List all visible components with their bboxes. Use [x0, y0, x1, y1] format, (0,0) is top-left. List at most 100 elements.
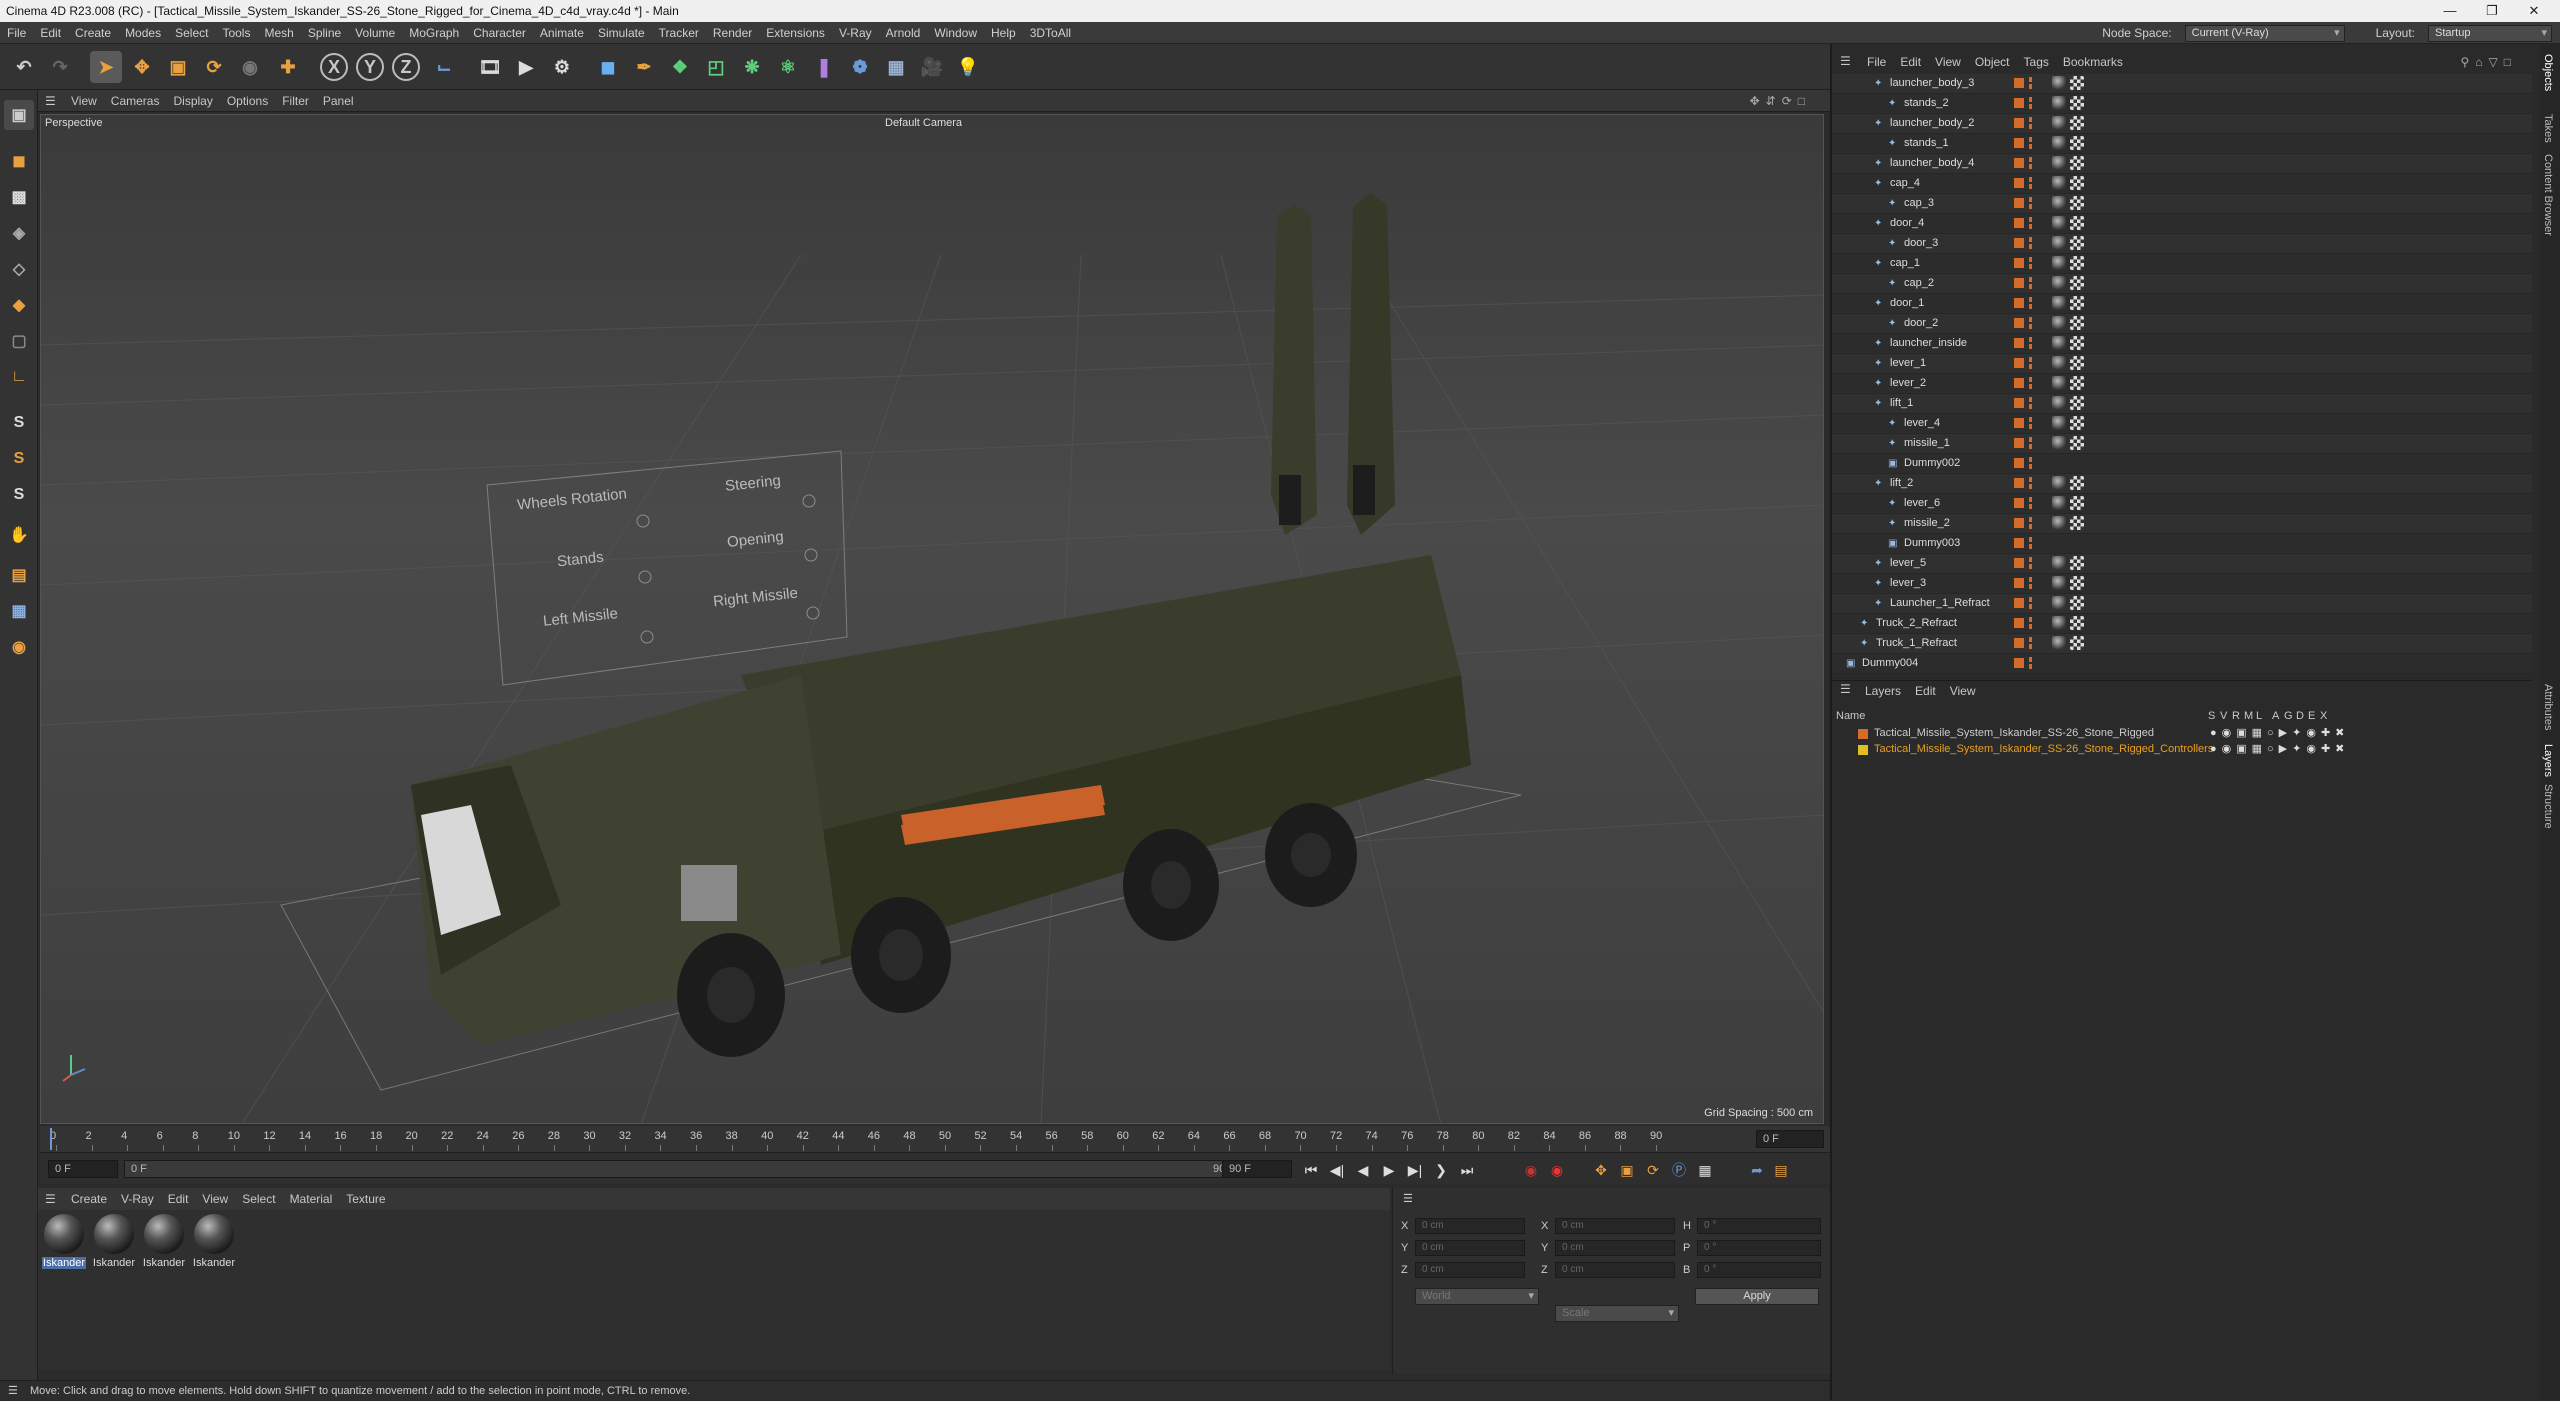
texture-tag-icon[interactable] — [2070, 336, 2084, 350]
layer-color-chip[interactable] — [2014, 118, 2024, 128]
material-swatch[interactable]: Iskander — [192, 1214, 236, 1269]
pos-z-field[interactable]: 0 cm — [1415, 1262, 1525, 1278]
layer-color-chip[interactable] — [2014, 438, 2024, 448]
material-tag-icon[interactable] — [2052, 596, 2066, 610]
visibility-dots[interactable] — [2029, 217, 2032, 229]
material-tag-icon[interactable] — [2052, 336, 2066, 350]
texture-tag-icon[interactable] — [2070, 496, 2084, 510]
menu-tools[interactable]: Tools — [215, 26, 257, 40]
visibility-dots[interactable] — [2029, 157, 2032, 169]
visibility-dots[interactable] — [2029, 297, 2032, 309]
visibility-dots[interactable] — [2029, 137, 2032, 149]
object-menu-object[interactable]: Object — [1968, 55, 2017, 69]
menu-tracker[interactable]: Tracker — [652, 26, 706, 40]
menu-extensions[interactable]: Extensions — [759, 26, 832, 40]
object-row[interactable]: ✦ lever_5 — [1832, 554, 2532, 574]
layer-color-chip[interactable] — [2014, 538, 2024, 548]
material-tag-icon[interactable] — [2052, 576, 2066, 590]
layer-color-chip[interactable] — [2014, 218, 2024, 228]
menu-render[interactable]: Render — [706, 26, 759, 40]
object-row[interactable]: ✦ lever_3 — [1832, 574, 2532, 594]
quantize-icon[interactable]: S — [4, 480, 34, 510]
material-tag-icon[interactable] — [2052, 616, 2066, 630]
rot-h-field[interactable]: 0 ° — [1697, 1218, 1821, 1234]
grid-icon[interactable]: ▦ — [4, 596, 34, 626]
live-selection-icon[interactable]: ➤ — [90, 51, 122, 83]
object-row[interactable]: ✦ cap_3 — [1832, 194, 2532, 214]
material-swatch[interactable]: Iskander — [42, 1214, 86, 1269]
texture-tag-icon[interactable] — [2070, 376, 2084, 390]
object-row[interactable]: ✦ launcher_body_2 — [1832, 114, 2532, 134]
texture-tag-icon[interactable] — [2070, 596, 2084, 610]
object-menu-file[interactable]: File — [1860, 55, 1893, 69]
subdivision-icon[interactable]: ❖ — [664, 51, 696, 83]
visibility-dots[interactable] — [2029, 597, 2032, 609]
edges-mode-icon[interactable]: ◇ — [4, 254, 34, 284]
material-menu-vray[interactable]: V-Ray — [114, 1192, 161, 1206]
layer-color-chip[interactable] — [2014, 578, 2024, 588]
visibility-dots[interactable] — [2029, 357, 2032, 369]
start-frame-field[interactable]: 0 F — [48, 1160, 118, 1178]
object-row[interactable]: ✦ lever_4 — [1832, 414, 2532, 434]
next-key-icon[interactable]: ❯ — [1430, 1159, 1452, 1181]
key-position-icon[interactable]: ✥ — [1590, 1159, 1612, 1181]
menu-volume[interactable]: Volume — [348, 26, 402, 40]
go-to-end-icon[interactable]: ⏭ — [1456, 1159, 1478, 1181]
layer-flag-icons[interactable]: ●◉▣▦○▶✦◉✚✖ — [2210, 726, 2349, 739]
scale-mode-dropdown[interactable]: Scale — [1555, 1305, 1679, 1322]
visibility-dots[interactable] — [2029, 497, 2032, 509]
visibility-dots[interactable] — [2029, 457, 2032, 469]
rot-p-field[interactable]: 0 ° — [1697, 1240, 1821, 1256]
material-menu-texture[interactable]: Texture — [339, 1192, 392, 1206]
visibility-dots[interactable] — [2029, 117, 2032, 129]
material-menu-create[interactable]: Create — [64, 1192, 114, 1206]
side-tab-objects[interactable]: Objects — [2542, 54, 2554, 91]
layer-color-chip[interactable] — [2014, 258, 2024, 268]
pos-y-field[interactable]: 0 cm — [1415, 1240, 1525, 1256]
render-settings-icon[interactable]: ⚙ — [546, 51, 578, 83]
texture-tag-icon[interactable] — [2070, 296, 2084, 310]
close-icon[interactable]: ✕ — [2514, 0, 2554, 22]
layer-color-chip[interactable] — [2014, 498, 2024, 508]
minimize-icon[interactable]: — — [2430, 0, 2470, 22]
snap-icon[interactable]: S — [4, 408, 34, 438]
object-manager-search-icon[interactable]: ⚲⌂▽□ — [2453, 55, 2524, 69]
visibility-dots[interactable] — [2029, 417, 2032, 429]
texture-tag-icon[interactable] — [2070, 316, 2084, 330]
make-editable-icon[interactable]: ▣ — [4, 100, 34, 130]
object-row[interactable]: ✦ launcher_body_4 — [1832, 154, 2532, 174]
side-tab-takes[interactable]: Takes — [2542, 114, 2554, 143]
layer-color-chip[interactable] — [2014, 178, 2024, 188]
texture-tag-icon[interactable] — [2070, 216, 2084, 230]
material-menu-material[interactable]: Material — [283, 1192, 340, 1206]
uv-mode-icon[interactable]: ▢ — [4, 326, 34, 356]
visibility-dots[interactable] — [2029, 197, 2032, 209]
field-icon[interactable]: ❁ — [844, 51, 876, 83]
key-pla-icon[interactable]: ▦ — [1694, 1159, 1716, 1181]
object-menu-edit[interactable]: Edit — [1893, 55, 1928, 69]
add-tool-icon[interactable]: ✚ — [272, 51, 304, 83]
object-row[interactable]: ✦ Truck_2_Refract — [1832, 614, 2532, 634]
material-menu-edit[interactable]: Edit — [161, 1192, 196, 1206]
object-row[interactable]: ✦ lever_6 — [1832, 494, 2532, 514]
layer-row[interactable]: Tactical_Missile_System_Iskander_SS-26_S… — [1832, 726, 2532, 742]
layer-color-chip[interactable] — [2014, 158, 2024, 168]
menu-arnold[interactable]: Arnold — [879, 26, 928, 40]
visibility-dots[interactable] — [2029, 637, 2032, 649]
texture-tag-icon[interactable] — [2070, 136, 2084, 150]
menu-modes[interactable]: Modes — [118, 26, 168, 40]
texture-tag-icon[interactable] — [2070, 396, 2084, 410]
material-tag-icon[interactable] — [2052, 276, 2066, 290]
object-row[interactable]: ✦ launcher_body_3 — [1832, 74, 2532, 94]
array-icon[interactable]: ❋ — [736, 51, 768, 83]
y-axis-lock-button[interactable]: Y — [356, 53, 384, 81]
visibility-dots[interactable] — [2029, 177, 2032, 189]
layer-color-chip[interactable] — [2014, 318, 2024, 328]
visibility-dots[interactable] — [2029, 537, 2032, 549]
layer-color-chip[interactable] — [2014, 198, 2024, 208]
coord-mode-dropdown[interactable]: World — [1415, 1288, 1539, 1305]
material-tag-icon[interactable] — [2052, 316, 2066, 330]
visibility-dots[interactable] — [2029, 557, 2032, 569]
visibility-dots[interactable] — [2029, 657, 2032, 669]
texture-tag-icon[interactable] — [2070, 356, 2084, 370]
